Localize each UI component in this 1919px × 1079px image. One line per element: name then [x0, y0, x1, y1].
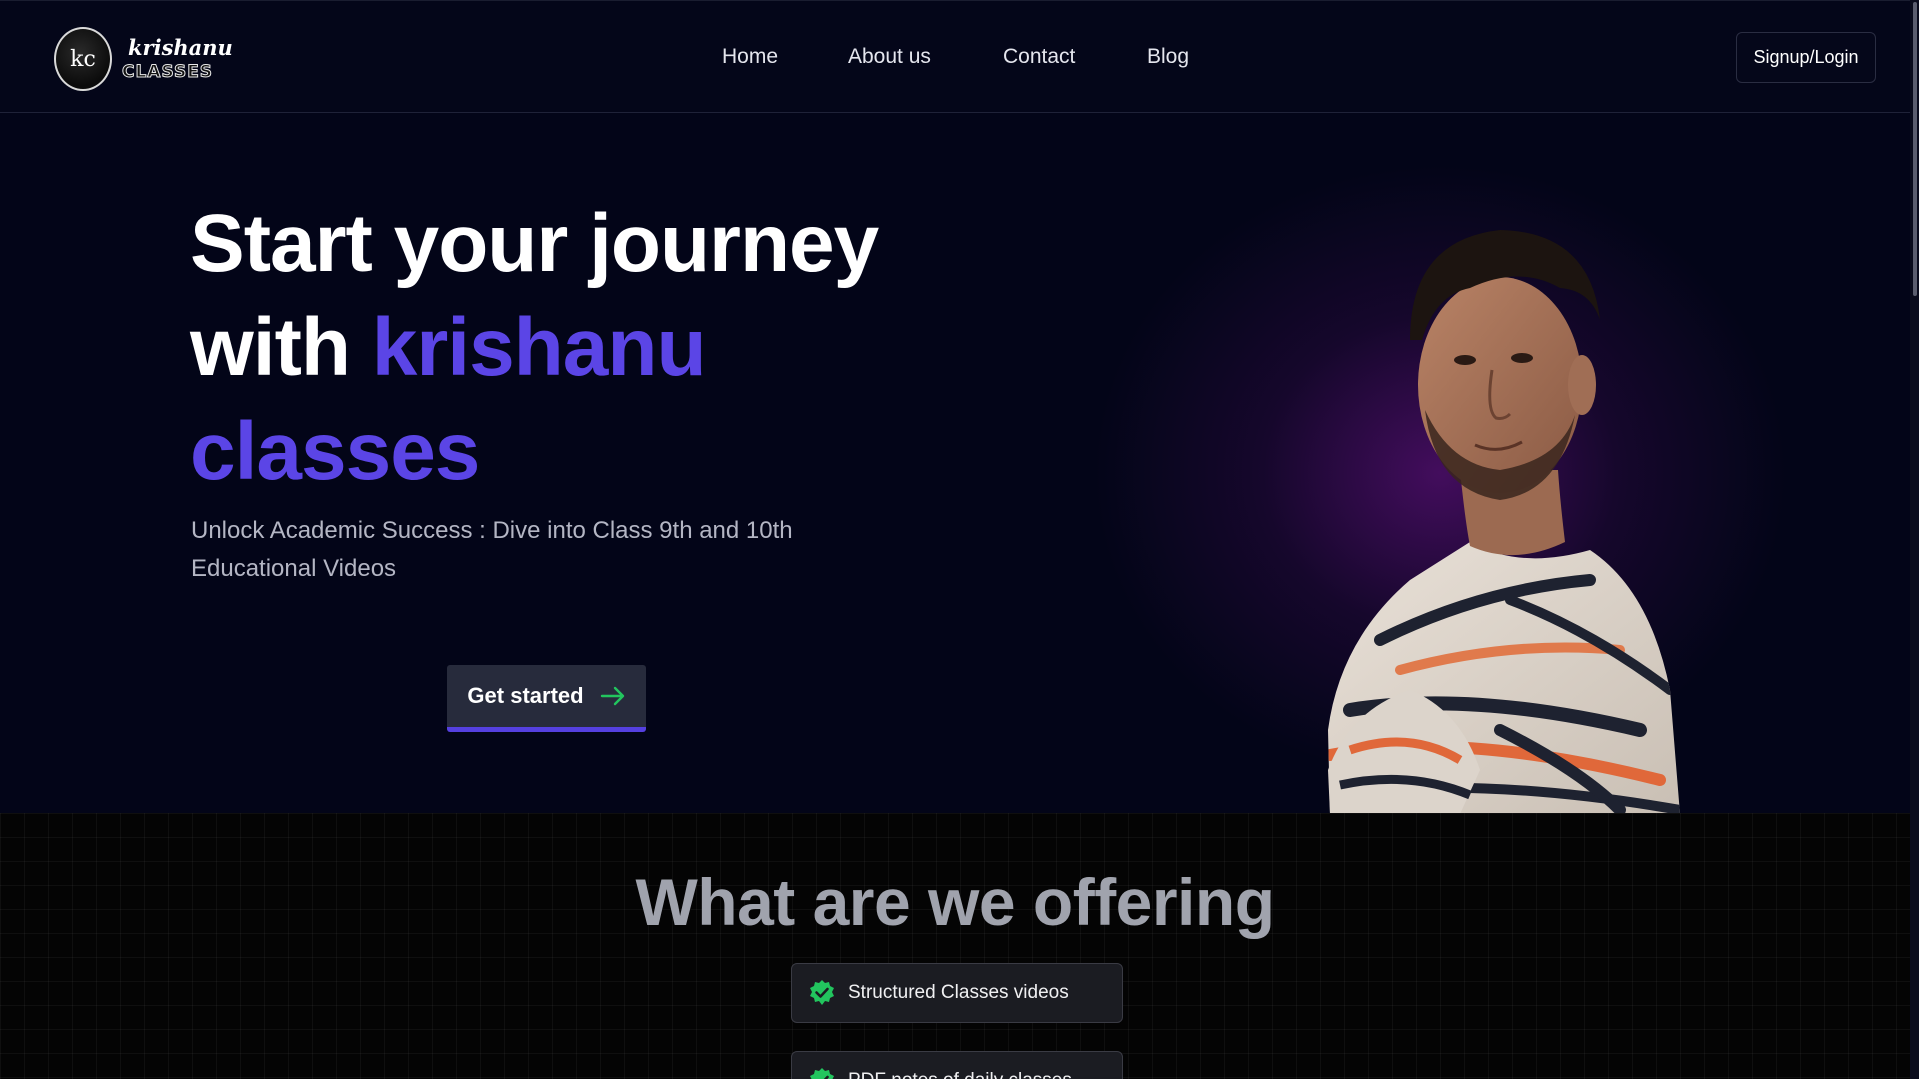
- page: kc krishanu CLASSES Home About us Contac…: [0, 0, 1919, 1079]
- site-header: kc krishanu CLASSES Home About us Contac…: [0, 0, 1919, 113]
- scrollbar-thumb[interactable]: [1913, 2, 1917, 296]
- nav-home-link[interactable]: Home: [722, 45, 778, 69]
- verified-badge-icon: [810, 980, 834, 1005]
- nav-about-link[interactable]: About us: [848, 45, 931, 69]
- hero-title-accent-2: classes: [190, 406, 480, 497]
- offering-item-videos[interactable]: Structured Classes videos: [791, 963, 1123, 1023]
- verified-badge-icon: [810, 1068, 834, 1079]
- hero-title-accent-1: krishanu: [371, 302, 707, 393]
- main-nav: Home About us Contact Blog: [0, 45, 1919, 69]
- get-started-button[interactable]: Get started: [447, 665, 646, 732]
- hero-title-with: with: [190, 302, 351, 393]
- offering-section: What are we offering Structured Classes …: [0, 813, 1910, 1079]
- hero-title: Start your journey with krishanu classes: [190, 192, 890, 504]
- nav-blog-link[interactable]: Blog: [1147, 45, 1189, 69]
- hero-title-line1: Start your journey: [190, 198, 879, 289]
- offering-item-label: PDF notes of daily classes: [848, 1070, 1072, 1079]
- arrow-right-icon: [600, 686, 624, 706]
- get-started-label: Get started: [467, 683, 584, 708]
- offering-item-label: Structured Classes videos: [848, 982, 1069, 1003]
- signup-login-button[interactable]: Signup/Login: [1736, 32, 1876, 83]
- offering-item-pdf-notes[interactable]: PDF notes of daily classes: [791, 1051, 1123, 1079]
- hero-subtitle: Unlock Academic Success : Dive into Clas…: [191, 517, 793, 582]
- offering-title: What are we offering: [635, 865, 1275, 939]
- nav-contact-link[interactable]: Contact: [1003, 45, 1075, 69]
- instructor-portrait: [1328, 230, 1680, 814]
